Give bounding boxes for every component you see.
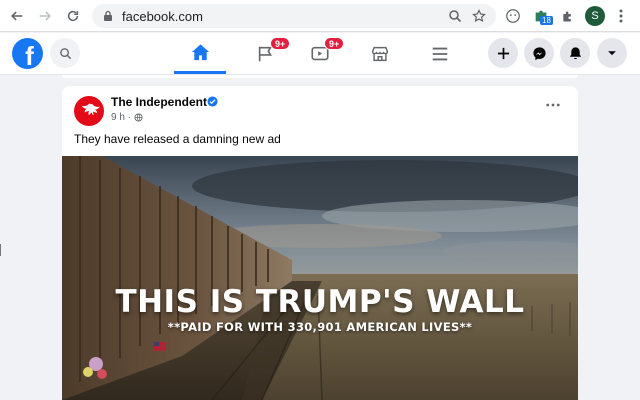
- hamburger-menu-icon: [432, 47, 448, 60]
- page-name[interactable]: The Independent: [111, 95, 207, 109]
- home-icon: [191, 43, 209, 60]
- extensions-menu-button[interactable]: [558, 7, 576, 25]
- watch-notification-badge: 9+: [324, 37, 345, 50]
- tab-pages[interactable]: 9+: [240, 33, 292, 74]
- globe-public-icon: [134, 113, 143, 122]
- facebook-header: f 9+ 9+: [0, 33, 640, 75]
- search-button[interactable]: [50, 38, 80, 68]
- pages-notification-badge: 9+: [270, 37, 291, 50]
- tab-watch[interactable]: 9+: [294, 33, 346, 74]
- media-headline: THIS IS TRUMP'S WALL: [115, 284, 525, 320]
- profile-avatar[interactable]: S: [585, 6, 605, 26]
- reload-button[interactable]: [62, 5, 84, 27]
- media-subline: **PAID FOR WITH 330,901 AMERICAN LIVES**: [167, 320, 473, 334]
- independent-eagle-logo-icon: [81, 103, 100, 116]
- browser-toolbar: facebook.com 18 S: [0, 0, 640, 32]
- face-extension-icon: [506, 9, 520, 23]
- extension-count-badge: 18: [540, 16, 553, 25]
- verified-badge-icon: [207, 96, 218, 107]
- tab-menu[interactable]: [414, 33, 466, 74]
- puzzle-icon: [562, 11, 571, 21]
- feed-post: The Independent 9 h · They have released…: [62, 86, 578, 400]
- forward-arrow-icon: [39, 11, 51, 20]
- post-time[interactable]: 9 h ·: [111, 112, 131, 123]
- address-bar[interactable]: facebook.com: [92, 4, 496, 28]
- tab-home[interactable]: [174, 33, 226, 74]
- reload-icon: [67, 10, 79, 21]
- more-horizontal-icon: [546, 103, 560, 107]
- zoom-icon[interactable]: [448, 9, 462, 23]
- extension-badge-button[interactable]: 18: [532, 7, 553, 25]
- forward-button[interactable]: [34, 5, 56, 27]
- plus-icon: [497, 47, 509, 59]
- tab-marketplace[interactable]: [354, 33, 406, 74]
- post-caption: They have released a damning new ad: [74, 132, 281, 146]
- previous-post-edge: [62, 75, 578, 78]
- create-button[interactable]: [488, 38, 518, 68]
- account-button[interactable]: [597, 38, 627, 68]
- marketplace-store-icon: [372, 46, 388, 61]
- search-icon: [59, 47, 71, 59]
- messenger-button[interactable]: [524, 38, 554, 68]
- back-arrow-icon: [11, 11, 23, 20]
- browser-menu-icon[interactable]: [614, 8, 628, 24]
- logo-letter: f: [25, 41, 34, 69]
- back-button[interactable]: [6, 5, 28, 27]
- bookmark-star-icon[interactable]: [472, 9, 486, 23]
- post-meta: 9 h ·: [111, 112, 143, 123]
- caret-down-icon: [608, 51, 616, 56]
- post-video-media[interactable]: THIS IS TRUMP'S WALL **PAID FOR WITH 330…: [62, 156, 578, 400]
- extension-face-button[interactable]: [504, 7, 522, 25]
- messenger-icon: [532, 46, 546, 60]
- page-edge-marker: [0, 244, 2, 256]
- post-options-button[interactable]: [543, 98, 563, 112]
- lock-icon: [104, 10, 112, 21]
- bell-icon: [569, 46, 581, 59]
- facebook-logo[interactable]: f: [12, 38, 43, 69]
- notifications-button[interactable]: [560, 38, 590, 68]
- url-text: facebook.com: [122, 8, 203, 24]
- page-avatar[interactable]: [74, 96, 104, 126]
- wall-scene-image: [62, 156, 578, 400]
